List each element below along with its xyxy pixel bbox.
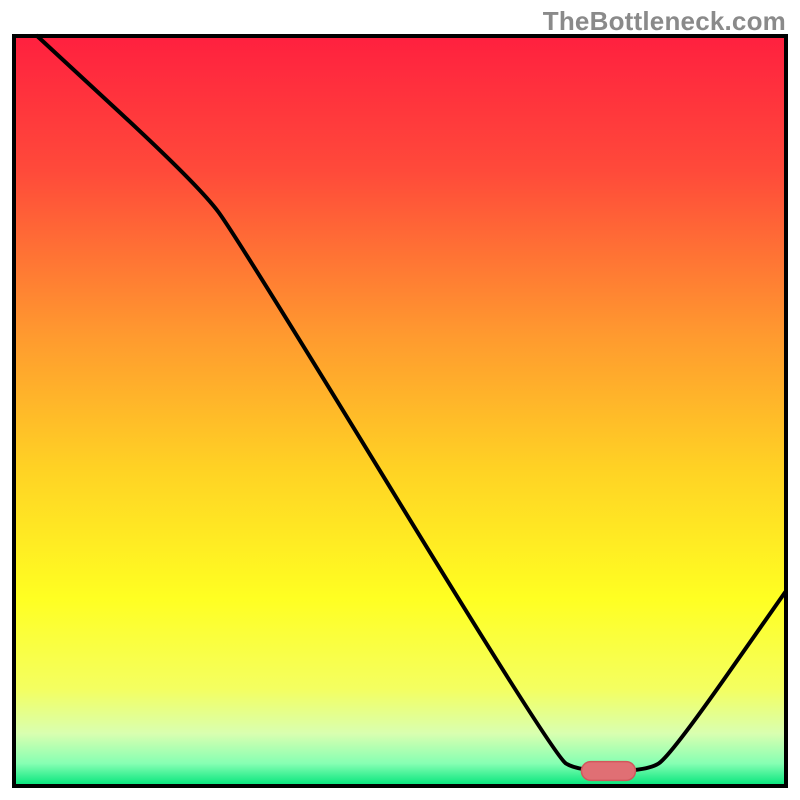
- watermark-text: TheBottleneck.com: [543, 6, 786, 37]
- bottleneck-chart: [0, 0, 800, 800]
- chart-frame: TheBottleneck.com: [0, 0, 800, 800]
- optimal-marker: [581, 762, 635, 781]
- plot-background: [14, 36, 786, 786]
